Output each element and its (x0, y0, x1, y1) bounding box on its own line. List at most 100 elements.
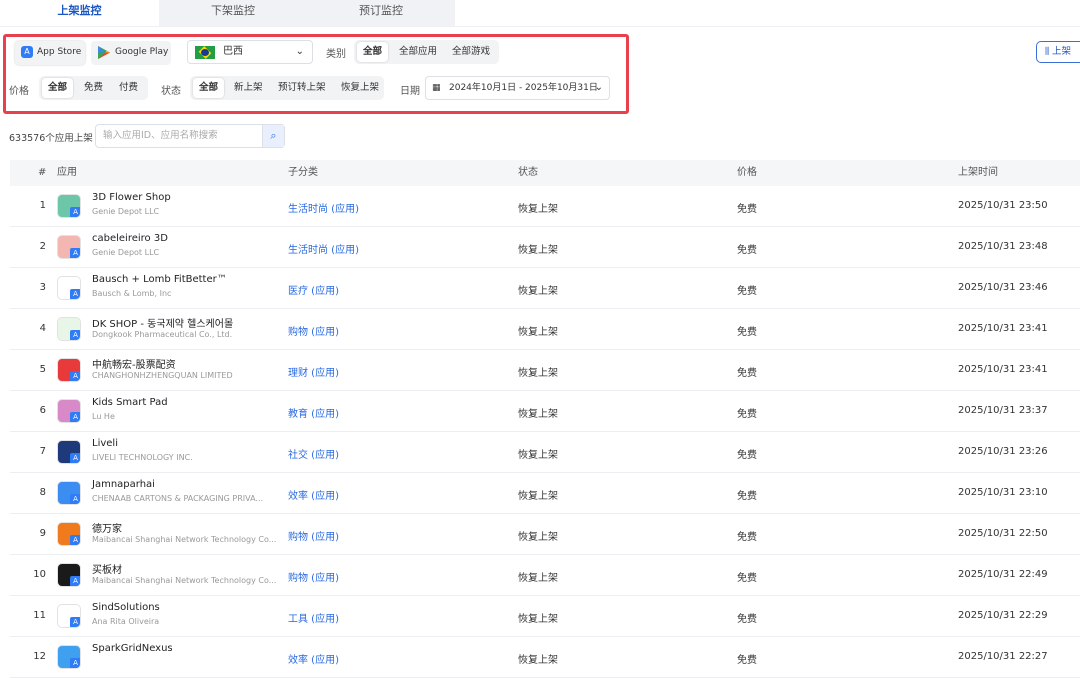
changhong-icon[interactable]: A (57, 358, 81, 382)
date-range-picker[interactable]: ▦ 2024年10月1日 - 2025年10月31日 ⌄ (425, 76, 610, 100)
table-row[interactable]: 11 A SindSolutions Ana Rita Oliveira 工具 (应用)… (10, 596, 1080, 637)
cloud-icon[interactable]: A (57, 481, 81, 505)
price-value: 免费 (737, 286, 757, 297)
table-row[interactable]: 7 A Liveli LIVELI TECHNOLOGY INC. 社交 (应用) 恢复上… (10, 432, 1080, 473)
price-free[interactable]: 免费 (78, 78, 109, 98)
listing-chart-button[interactable]: ⫼ 上架 (1036, 41, 1080, 63)
table-row[interactable]: 8 A Jamnaparhai CHENAAB CARTONS & PACKAGING… (10, 473, 1080, 514)
googleplay-label: Google Play (115, 47, 169, 57)
calendar-icon: ▦ (432, 83, 441, 93)
table-row[interactable]: 4 A DK SHOP - 동국제약 헬스케어몰 Dongkook Pharmaceu… (10, 309, 1080, 350)
table-row[interactable]: 3 A Bausch + Lomb FitBetter™ Bausch & Lomb,… (10, 268, 1080, 309)
price-label: 价格 (9, 86, 29, 97)
table-row[interactable]: 10 A 买板材 Maibancai Shanghai Network Technol… (10, 555, 1080, 596)
table-row[interactable]: 1 A 3D Flower Shop Genie Depot LLC 生活时尚 (应用)… (10, 186, 1080, 227)
country-label: 巴西 (223, 46, 243, 57)
app-developer: Genie Depot LLC (92, 207, 160, 216)
tab-preorder[interactable]: 预订监控 (307, 0, 455, 27)
tabs-divider (0, 26, 1080, 27)
col-subcategory: 子分类 (288, 167, 318, 178)
subcategory-link[interactable]: 购物 (应用) (288, 323, 339, 338)
status-value: 恢复上架 (518, 286, 558, 297)
search-placeholder: 输入应用ID、应用名称搜索 (103, 130, 218, 141)
category-all[interactable]: 全部 (357, 42, 389, 62)
bl-icon[interactable]: A (57, 276, 81, 300)
googleplay-icon (98, 46, 110, 59)
subcategory-link[interactable]: 社交 (应用) (288, 446, 339, 461)
flower-shop-icon[interactable]: A (57, 194, 81, 218)
subcategory-link[interactable]: 生活时尚 (应用) (288, 241, 359, 256)
listing-time-value: 2025/10/31 23:37 (958, 405, 1048, 416)
subcategory-link[interactable]: 医疗 (应用) (288, 282, 339, 297)
price-value: 免费 (737, 655, 757, 666)
app-name[interactable]: SindSolutions (92, 602, 160, 613)
chart-icon: ⫼ (1045, 47, 1053, 57)
search-input[interactable]: 输入应用ID、应用名称搜索 ⌕ (95, 124, 285, 148)
chevron-down-icon: ⌄ (295, 46, 304, 57)
tab-delisting[interactable]: 下架监控 (159, 0, 307, 27)
price-all[interactable]: 全部 (42, 78, 74, 98)
row-index: 3 (39, 282, 46, 293)
table-row[interactable]: 5 A 中航畅宏-股票配资 CHANGHONHZHENGQUAN LIMITED 理财 … (10, 350, 1080, 391)
app-name[interactable]: Kids Smart Pad (92, 397, 168, 408)
subcategory-link[interactable]: 购物 (应用) (288, 569, 339, 584)
app-name[interactable]: Liveli (92, 438, 118, 449)
app-name[interactable]: Bausch + Lomb FitBetter™ (92, 274, 227, 285)
search-button[interactable]: ⌕ (262, 125, 284, 147)
price-value: 免费 (737, 614, 757, 625)
kids-pad-icon[interactable]: A (57, 399, 81, 423)
subcategory-link[interactable]: 生活时尚 (应用) (288, 200, 359, 215)
status-preorder-to-listing[interactable]: 预订转上架 (272, 78, 332, 98)
app-developer: Maibancai Shanghai Network Technology Co… (92, 535, 277, 544)
listing-time-value: 2025/10/31 22:49 (958, 569, 1048, 580)
status-all[interactable]: 全部 (193, 78, 225, 98)
app-name[interactable]: 中航畅宏-股票配资 (92, 356, 176, 371)
status-value: 恢复上架 (518, 409, 558, 420)
listing-time-value: 2025/10/31 23:41 (958, 364, 1048, 375)
liveli-icon[interactable]: A (57, 440, 81, 464)
status-restored[interactable]: 恢复上架 (335, 78, 385, 98)
table-row[interactable]: 9 A 德万家 Maibancai Shanghai Network Technolo… (10, 514, 1080, 555)
category-apps[interactable]: 全部应用 (393, 42, 443, 62)
dk-icon[interactable]: A (57, 317, 81, 341)
maibancai-icon[interactable]: A (57, 563, 81, 587)
tab-listing[interactable]: 上架监控 (0, 0, 159, 27)
appstore-badge-icon: A (70, 576, 80, 586)
row-index: 2 (39, 241, 46, 252)
app-developer: LIVELI TECHNOLOGY INC. (92, 453, 193, 462)
category-games[interactable]: 全部游戏 (446, 42, 496, 62)
subcategory-link[interactable]: 效率 (应用) (288, 651, 339, 666)
row-index: 8 (39, 487, 46, 498)
app-name[interactable]: 德万家 (92, 520, 122, 535)
app-name[interactable]: 买板材 (92, 561, 122, 576)
googleplay-button[interactable]: Google Play (91, 41, 171, 65)
appstore-badge-icon: A (70, 617, 80, 627)
spark-icon[interactable]: A (57, 645, 81, 669)
status-value: 恢复上架 (518, 573, 558, 584)
country-select[interactable]: 巴西 ⌄ (187, 40, 313, 64)
price-paid[interactable]: 付费 (113, 78, 144, 98)
subcategory-link[interactable]: 教育 (应用) (288, 405, 339, 420)
sind-icon[interactable]: A (57, 604, 81, 628)
app-name[interactable]: DK SHOP - 동국제약 헬스케어몰 (92, 315, 233, 330)
app-name[interactable]: 3D Flower Shop (92, 192, 171, 203)
subcategory-link[interactable]: 工具 (应用) (288, 610, 339, 625)
table-row[interactable]: 6 A Kids Smart Pad Lu He 教育 (应用) 恢复上架 免费 2025/1… (10, 391, 1080, 432)
date-label: 日期 (400, 86, 420, 97)
app-name[interactable]: cabeleireiro 3D (92, 233, 168, 244)
appstore-badge-icon: A (70, 248, 80, 258)
subcategory-link[interactable]: 购物 (应用) (288, 528, 339, 543)
status-new[interactable]: 新上架 (228, 78, 269, 98)
app-name[interactable]: SparkGridNexus (92, 643, 173, 654)
appstore-icon: A (21, 46, 33, 58)
status-value: 恢复上架 (518, 532, 558, 543)
col-listing-time: 上架时间 (958, 167, 998, 178)
listing-time-value: 2025/10/31 23:41 (958, 323, 1048, 334)
subcategory-link[interactable]: 理财 (应用) (288, 364, 339, 379)
hairdresser-icon[interactable]: A (57, 235, 81, 259)
subcategory-link[interactable]: 效率 (应用) (288, 487, 339, 502)
table-row[interactable]: 2 Acabeleireiro 3D Genie Depot LLC 生活时尚 (应用… (10, 227, 1080, 268)
app-name[interactable]: Jamnaparhai (92, 479, 155, 490)
appstore-button[interactable]: A App Store (15, 41, 85, 65)
dewanjia-icon[interactable]: A (57, 522, 81, 546)
